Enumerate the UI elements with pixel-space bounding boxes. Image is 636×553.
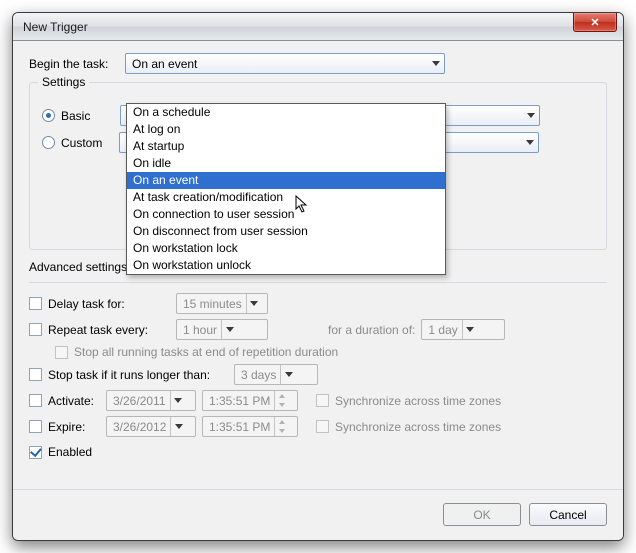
activate-time-spinner[interactable]: 1:35:51 PM bbox=[202, 390, 298, 411]
expire-date-picker[interactable]: 3/26/2012 bbox=[106, 416, 196, 437]
begin-task-dropdown-list[interactable]: On a scheduleAt log onAt startupOn idleO… bbox=[126, 103, 446, 275]
stop-longer-checkbox[interactable] bbox=[29, 368, 42, 381]
duration-dropdown[interactable]: 1 day bbox=[421, 319, 505, 340]
expire-time-spinner[interactable]: 1:35:51 PM bbox=[202, 416, 298, 437]
dropdown-option[interactable]: On idle bbox=[127, 155, 445, 172]
stop-longer-dropdown[interactable]: 3 days bbox=[234, 364, 318, 385]
delay-task-checkbox[interactable] bbox=[29, 297, 42, 310]
activate-checkbox[interactable] bbox=[29, 394, 42, 407]
spin-up-icon bbox=[279, 420, 285, 424]
cancel-button[interactable]: Cancel bbox=[529, 503, 607, 526]
divider bbox=[13, 489, 623, 490]
delay-task-label: Delay task for: bbox=[48, 297, 176, 311]
custom-radio-label: Custom bbox=[61, 136, 102, 150]
close-button[interactable]: ✕ bbox=[573, 13, 617, 32]
expire-sync-label: Synchronize across time zones bbox=[335, 420, 501, 434]
window-title: New Trigger bbox=[23, 20, 88, 34]
expire-checkbox[interactable] bbox=[29, 420, 42, 433]
repeat-task-dropdown[interactable]: 1 hour bbox=[176, 319, 268, 340]
basic-radio-label: Basic bbox=[61, 109, 90, 123]
stop-end-checkbox bbox=[55, 346, 68, 359]
chevron-down-icon bbox=[226, 327, 234, 332]
spin-down-icon bbox=[279, 429, 285, 433]
begin-task-label: Begin the task: bbox=[29, 57, 125, 71]
activate-sync-label: Synchronize across time zones bbox=[335, 394, 501, 408]
chevron-down-icon bbox=[174, 398, 182, 403]
dropdown-option[interactable]: On disconnect from user session bbox=[127, 223, 445, 240]
activate-date-picker[interactable]: 3/26/2011 bbox=[106, 390, 196, 411]
settings-legend: Settings bbox=[38, 75, 89, 89]
dropdown-option[interactable]: On workstation lock bbox=[127, 240, 445, 257]
spin-up-icon bbox=[279, 394, 285, 398]
repeat-task-checkbox[interactable] bbox=[29, 323, 42, 336]
dropdown-option[interactable]: At task creation/modification bbox=[127, 189, 445, 206]
begin-task-dropdown[interactable]: On an event bbox=[125, 53, 445, 74]
delay-task-dropdown[interactable]: 15 minutes bbox=[176, 293, 268, 314]
begin-task-selected: On an event bbox=[132, 57, 197, 71]
titlebar: New Trigger ✕ bbox=[13, 13, 623, 41]
dropdown-option[interactable]: On a schedule bbox=[127, 104, 445, 121]
expire-label: Expire: bbox=[48, 420, 106, 434]
ok-button[interactable]: OK bbox=[443, 503, 521, 526]
chevron-down-icon bbox=[527, 113, 535, 118]
dropdown-option[interactable]: At startup bbox=[127, 138, 445, 155]
repeat-task-label: Repeat task every: bbox=[48, 323, 176, 337]
expire-sync-checkbox bbox=[316, 420, 329, 433]
divider bbox=[29, 282, 607, 283]
dropdown-option[interactable]: On workstation unlock bbox=[127, 257, 445, 274]
chevron-down-icon bbox=[466, 327, 474, 332]
dialog-content: Begin the task: On an event Settings Bas… bbox=[13, 41, 623, 540]
dropdown-option[interactable]: On connection to user session bbox=[127, 206, 445, 223]
chevron-down-icon bbox=[432, 61, 440, 66]
basic-radio[interactable] bbox=[42, 109, 55, 122]
chevron-down-icon bbox=[175, 424, 183, 429]
activate-sync-checkbox bbox=[316, 394, 329, 407]
activate-label: Activate: bbox=[48, 394, 106, 408]
spin-down-icon bbox=[279, 403, 285, 407]
close-icon: ✕ bbox=[590, 16, 599, 29]
new-trigger-dialog: New Trigger ✕ Begin the task: On an even… bbox=[12, 12, 624, 541]
stop-end-label: Stop all running tasks at end of repetit… bbox=[74, 345, 338, 359]
dropdown-option[interactable]: At log on bbox=[127, 121, 445, 138]
chevron-down-icon bbox=[250, 301, 258, 306]
enabled-checkbox[interactable] bbox=[29, 446, 42, 459]
stop-longer-label: Stop task if it runs longer than: bbox=[48, 368, 234, 382]
chevron-down-icon bbox=[526, 140, 534, 145]
duration-label: for a duration of: bbox=[328, 323, 415, 337]
custom-radio[interactable] bbox=[42, 136, 55, 149]
enabled-label: Enabled bbox=[48, 445, 92, 459]
chevron-down-icon bbox=[285, 372, 293, 377]
dropdown-option[interactable]: On an event bbox=[127, 172, 445, 189]
